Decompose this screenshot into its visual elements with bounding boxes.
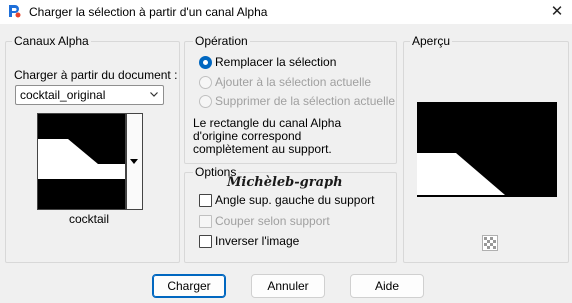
alpha-channels-legend: Canaux Alpha	[12, 34, 91, 48]
chevron-down-icon	[150, 92, 158, 97]
watermark-text: Michèleb-graph	[227, 175, 343, 190]
preview-image	[417, 102, 557, 197]
title-bar: Charger la sélection à partir d'un canal…	[0, 0, 572, 24]
document-select[interactable]: cocktail_original	[15, 85, 164, 105]
help-button[interactable]: Aide	[350, 274, 424, 298]
info-line-2: d'origine correspond	[193, 129, 302, 143]
alpha-channel-shape	[38, 114, 125, 209]
checkbox-clip-to-canvas-label[interactable]: Couper selon support	[215, 214, 330, 228]
close-icon[interactable]: ✕	[548, 3, 566, 21]
alpha-channels-group: Canaux Alpha Charger à partir du documen…	[5, 34, 180, 263]
checkbox-top-left-corner[interactable]	[199, 194, 212, 207]
radio-add-selection-label[interactable]: Ajouter à la sélection actuelle	[215, 75, 371, 89]
operation-legend: Opération	[193, 34, 250, 48]
paintshop-app-icon	[9, 5, 21, 18]
info-line-1: Le rectangle du canal Alpha	[193, 116, 342, 130]
radio-replace-selection-label[interactable]: Remplacer la sélection	[215, 55, 336, 69]
preview-shape	[417, 102, 557, 197]
radio-replace-selection[interactable]	[199, 56, 212, 69]
thumbnail-dropdown-button[interactable]	[126, 113, 143, 210]
dropdown-arrow-icon	[130, 159, 138, 164]
checkbox-clip-to-canvas[interactable]	[199, 215, 212, 228]
radio-add-selection[interactable]	[199, 76, 212, 89]
window-title: Charger la sélection à partir d'un canal…	[29, 5, 268, 19]
checkerboard-icon[interactable]	[482, 235, 498, 251]
checkbox-invert-image-label[interactable]: Inverser l'image	[215, 234, 299, 248]
preview-group: Aperçu	[403, 34, 569, 263]
document-select-value: cocktail_original	[20, 88, 106, 102]
thumbnail-caption: cocktail	[68, 212, 109, 226]
info-line-3: complètement au support.	[193, 142, 332, 156]
load-button[interactable]: Charger	[152, 274, 226, 298]
options-group: Options Michèleb-graph Angle sup. gauche…	[184, 165, 397, 263]
radio-subtract-selection-label[interactable]: Supprimer de la sélection actuelle	[215, 94, 395, 108]
radio-subtract-selection[interactable]	[199, 95, 212, 108]
checkbox-top-left-corner-label[interactable]: Angle sup. gauche du support	[215, 193, 374, 207]
cancel-button[interactable]: Annuler	[251, 274, 325, 298]
checkbox-invert-image[interactable]	[199, 235, 212, 248]
checkerboard-pattern	[483, 236, 497, 250]
preview-legend: Aperçu	[410, 34, 453, 48]
alpha-channel-thumbnail	[37, 113, 126, 210]
operation-group: Opération Remplacer la sélection Ajouter…	[184, 34, 397, 164]
source-document-label: Charger à partir du document :	[14, 68, 178, 82]
